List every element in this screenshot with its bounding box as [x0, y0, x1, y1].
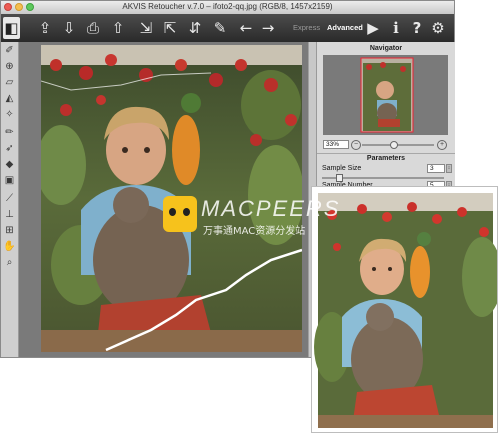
window-title: AKVIS Retoucher v.7.0 – ifoto2-qq.jpg (R… — [122, 2, 333, 11]
zoom-select[interactable]: 33% — [323, 140, 349, 149]
magic-wand-tool-icon[interactable]: ✧ — [3, 108, 16, 121]
patch-tool-icon[interactable]: ⊞ — [3, 224, 16, 237]
watermark-logo — [163, 196, 197, 232]
help-icon[interactable]: ? — [407, 17, 427, 39]
share-icon[interactable]: ⇧ — [108, 17, 128, 39]
zoom-out-icon[interactable]: − — [351, 140, 361, 150]
export-icon[interactable]: ⇵ — [185, 17, 205, 39]
sample-size-stepper[interactable]: ↕ — [446, 164, 452, 173]
title-bar: AKVIS Retoucher v.7.0 – ifoto2-qq.jpg (R… — [1, 1, 454, 15]
zoom-slider-thumb[interactable] — [390, 141, 398, 149]
zoom-in-icon[interactable]: + — [437, 140, 447, 150]
smudge-tool-icon[interactable]: ➶ — [3, 142, 16, 155]
watermark: MACPEERS 万事通MAC资源分发站 — [163, 196, 353, 238]
mode-advanced[interactable]: Advanced — [327, 23, 363, 32]
navigator-preview[interactable] — [323, 55, 448, 135]
brush-tool-icon[interactable]: ✐ — [3, 44, 16, 57]
navigator-thumbnail — [360, 57, 414, 133]
eyedropper-tool-icon[interactable]: ⟋ — [3, 192, 16, 205]
logo-icon: ◧ — [3, 17, 20, 39]
sample-size-input[interactable]: 3 — [427, 164, 445, 173]
mode-express[interactable]: Express — [293, 23, 320, 32]
export-strokes-icon[interactable]: ⇱ — [160, 17, 180, 39]
navigator-title: Navigator — [369, 45, 403, 52]
run-icon[interactable]: ▶ — [363, 17, 383, 39]
undo-icon[interactable]: ← — [236, 17, 256, 39]
info-icon[interactable]: i — [386, 17, 406, 39]
import-strokes-icon[interactable]: ⇲ — [136, 17, 156, 39]
pencil-tool-icon[interactable]: ✏ — [3, 126, 16, 139]
sample-size-label: Sample Size — [322, 165, 362, 172]
open-file-icon[interactable]: ⇪ — [35, 17, 55, 39]
zoom-tool-icon[interactable]: ⌕ — [3, 256, 16, 269]
parameters-title: Parameters — [366, 155, 406, 162]
redo-icon[interactable]: → — [258, 17, 278, 39]
tools-panel: ✐ ⊕ ▱ ◭ ✧ ✏ ➶ ◆ ▣ ⟋ ⊥ ⊞ ✋ ⌕ — [1, 42, 19, 357]
hand-tool-icon[interactable]: ✋ — [3, 240, 16, 253]
zoom-slider[interactable] — [362, 141, 434, 149]
eraser-tool-icon[interactable]: ▱ — [3, 76, 16, 89]
save-file-icon[interactable]: ⇩ — [59, 17, 79, 39]
watermark-brand: MACPEERS — [201, 196, 341, 221]
preset-strokes-icon[interactable]: ✎ — [210, 17, 230, 39]
chameleon-brush-icon[interactable]: ◆ — [3, 158, 16, 171]
sample-size-slider-thumb[interactable] — [336, 174, 343, 182]
clone-tool-icon[interactable]: ⊕ — [3, 60, 16, 73]
sample-size-slider[interactable] — [322, 174, 444, 182]
print-icon[interactable]: ⎙ — [83, 17, 103, 39]
parameters-divider — [317, 153, 455, 154]
fill-tool-icon[interactable]: ◭ — [3, 92, 16, 105]
healing-brush-icon[interactable]: ▣ — [3, 174, 16, 187]
settings-icon[interactable]: ⚙ — [428, 17, 448, 39]
watermark-subtitle: 万事通MAC资源分发站 — [203, 226, 306, 237]
stamp-tool-icon[interactable]: ⊥ — [3, 208, 16, 221]
main-toolbar: ◧ ⇪ ⇩ ⎙ ⇧ ⇲ ⇱ ⇵ ✎ ← → Express Advanced ▶… — [1, 14, 454, 42]
